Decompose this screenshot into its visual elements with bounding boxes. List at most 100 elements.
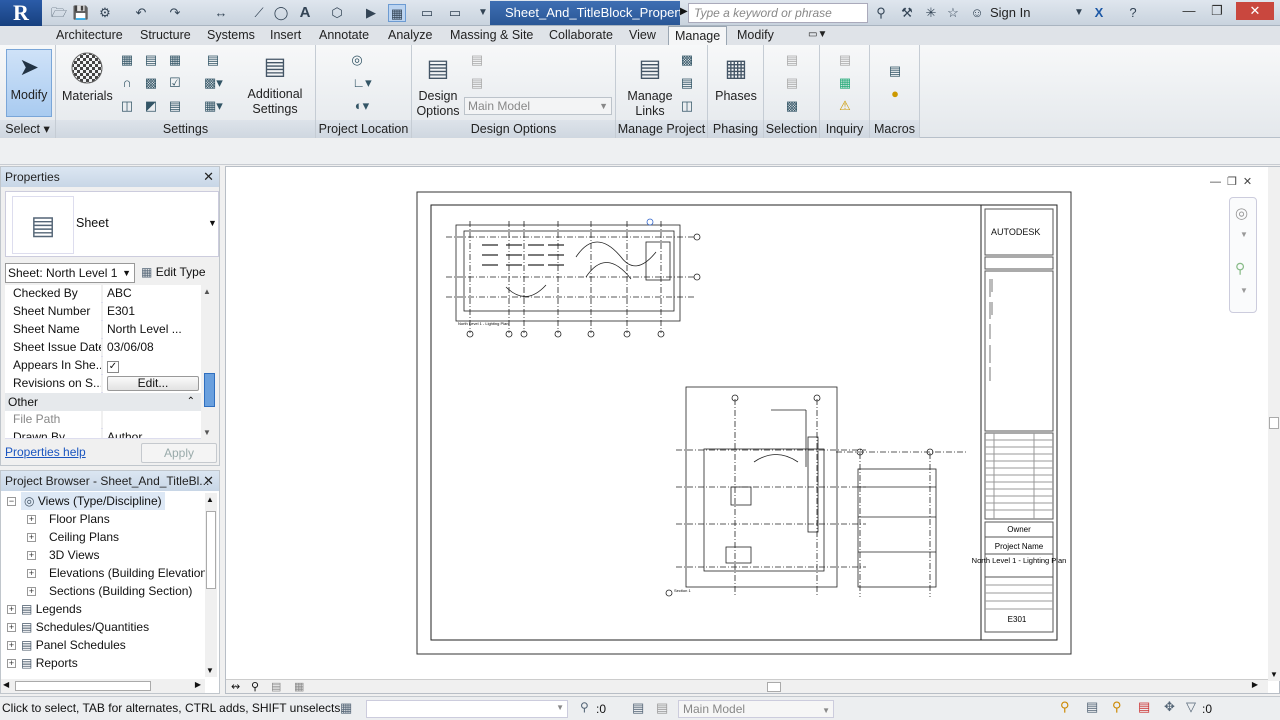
group-header-other[interactable]: Other ⌃ — [5, 393, 201, 411]
prop-value[interactable]: North Level ... — [103, 321, 201, 339]
expand-icon[interactable]: + — [7, 605, 16, 614]
tab-manage[interactable]: Manage — [668, 26, 728, 45]
properties-scrollbar[interactable]: ▲ ▼ — [203, 285, 215, 439]
editable-only-icon[interactable]: ⚲ — [580, 700, 589, 714]
undo-icon[interactable]: ↶ — [132, 4, 150, 22]
tab-structure[interactable]: Structure — [134, 26, 197, 45]
position-icon[interactable]: ◐▾ — [348, 97, 376, 115]
tree-ceiling-plans[interactable]: Ceiling Plans — [49, 528, 119, 546]
scroll-thumb[interactable] — [15, 681, 151, 691]
tree-sections[interactable]: Sections (Building Section) — [49, 582, 192, 600]
structural-settings-icon[interactable]: ▤ — [204, 51, 222, 69]
dropdown-icon[interactable]: ▼ — [1240, 286, 1248, 295]
text-icon[interactable]: A — [296, 4, 314, 22]
scroll-right-icon[interactable]: ▶ — [1252, 680, 1258, 689]
communication-icon[interactable]: ✳ — [922, 4, 940, 22]
tree-views-root[interactable]: ◎ Views (Type/Discipline) — [21, 492, 165, 510]
tree-panel-schedules[interactable]: ▤ Panel Schedules — [21, 636, 126, 654]
tab-modify[interactable]: Modify — [731, 26, 780, 45]
tree-schedules[interactable]: ▤ Schedules/Quantities — [21, 618, 149, 636]
exclude-options-icon[interactable]: ▤ — [656, 700, 668, 716]
project-information-icon[interactable]: ◫ — [118, 97, 136, 115]
drawing-canvas[interactable]: —❐✕ AUTODESK Owner Project Name North Le… — [225, 166, 1280, 694]
prop-value[interactable]: Author — [103, 429, 201, 438]
scroll-thumb[interactable] — [206, 511, 216, 589]
select-by-face-icon[interactable]: ▤ — [1138, 699, 1150, 715]
tab-view[interactable]: View — [623, 26, 662, 45]
expand-icon[interactable]: + — [27, 551, 36, 560]
canvas-vscrollbar[interactable]: ▼ — [1268, 167, 1280, 681]
appears-checkbox[interactable]: ✓ — [107, 361, 119, 373]
ribbon-minimize-icon[interactable]: ▭▼ — [802, 26, 833, 45]
ids-of-selection-icon[interactable]: ▤ — [836, 51, 854, 69]
type-dropdown-icon[interactable]: ▼ — [208, 218, 217, 228]
modify-button[interactable]: ➤ Modify — [6, 49, 52, 117]
scroll-thumb[interactable] — [204, 373, 215, 407]
crop-region-icon[interactable]: ▦ — [294, 680, 304, 693]
load-selection-icon[interactable]: ▤ — [783, 74, 801, 92]
expand-arrow-icon[interactable]: ▶ — [680, 6, 688, 17]
transfer-standards-icon[interactable]: ▦ — [166, 51, 184, 69]
worksets-icon[interactable]: ▦ — [340, 700, 352, 716]
tag-icon[interactable]: ◯ — [272, 4, 290, 22]
project-units-icon[interactable]: ▤ — [166, 97, 184, 115]
scroll-down-icon[interactable]: ▼ — [203, 428, 211, 437]
tab-massing-site[interactable]: Massing & Site — [444, 26, 539, 45]
dropdown-icon[interactable]: ▼ — [1240, 230, 1248, 239]
browser-vscrollbar[interactable]: ▲ ▼ — [205, 493, 217, 677]
scale-icon[interactable]: ↭ — [231, 680, 240, 693]
macro-manager-icon[interactable]: ▤ — [886, 62, 904, 80]
zoom-icon[interactable]: ⚲ — [1235, 260, 1245, 277]
coordinates-icon[interactable]: ∟▾ — [348, 74, 376, 92]
expand-icon[interactable]: + — [27, 533, 36, 542]
object-styles-icon[interactable]: ▦ — [118, 51, 136, 69]
purge-unused-icon[interactable]: ☑ — [166, 74, 184, 92]
filter-icon[interactable]: ▽ — [1186, 699, 1196, 715]
expand-icon[interactable]: + — [7, 659, 16, 668]
warnings-icon[interactable]: ⚠ — [836, 97, 854, 115]
thin-lines-icon[interactable]: ▦ — [388, 4, 406, 22]
panel-label-select[interactable]: Select ▾ — [0, 120, 55, 138]
save-icon[interactable]: 💾 — [72, 4, 90, 22]
tab-analyze[interactable]: Analyze — [382, 26, 438, 45]
type-selector[interactable]: ▤ Sheet ▼ — [5, 191, 219, 257]
instance-filter-select[interactable]: Sheet: North Level 1 ▼ — [5, 263, 135, 283]
sign-in-dropdown-icon[interactable]: ▼ — [1070, 4, 1088, 22]
dimension-icon[interactable]: ⟋ — [250, 4, 268, 22]
scroll-thumb[interactable] — [1269, 417, 1279, 429]
prop-value[interactable]: ABC — [103, 285, 201, 303]
search-input[interactable]: Type a keyword or phrase — [688, 3, 868, 23]
panel-schedule-templates-icon[interactable]: ▦▾ — [204, 97, 223, 115]
select-pinned-icon[interactable]: ⚲ — [1112, 699, 1122, 715]
expand-icon[interactable]: + — [7, 623, 16, 632]
help-icon[interactable]: ? — [1124, 4, 1142, 22]
switch-windows-icon[interactable]: ▭ — [446, 4, 464, 22]
decal-types-icon[interactable]: ◫ — [678, 97, 696, 115]
design-options-button[interactable]: ▤ Design Options — [416, 51, 460, 119]
expand-icon[interactable]: + — [27, 569, 36, 578]
workset-select[interactable]: ▼ — [366, 700, 568, 718]
expand-icon[interactable]: + — [7, 641, 16, 650]
browser-close-icon[interactable]: ✕ — [203, 471, 214, 491]
scroll-left-icon[interactable]: ◀ — [3, 680, 9, 689]
select-underlay-icon[interactable]: ▤ — [1086, 699, 1098, 715]
expand-icon[interactable]: + — [27, 515, 36, 524]
application-menu-button[interactable]: R — [0, 0, 42, 26]
scroll-down-icon[interactable]: ▼ — [206, 666, 214, 675]
select-links-icon[interactable]: ⚲ — [1060, 699, 1070, 715]
browser-hscrollbar[interactable]: ◀ ▶ — [1, 679, 205, 693]
tree-elevations[interactable]: Elevations (Building Elevation — [49, 564, 205, 582]
properties-close-icon[interactable]: ✕ — [203, 167, 214, 187]
collapse-icon[interactable]: ⌃ — [187, 393, 195, 411]
snaps-icon[interactable]: ∩ — [118, 74, 136, 92]
manage-images-icon[interactable]: ▩ — [678, 51, 696, 69]
additional-settings-button[interactable]: ▤ Additional Settings — [240, 49, 310, 117]
manage-links-button[interactable]: ▤ Manage Links — [624, 51, 676, 119]
steering-wheel-icon[interactable]: ◎ — [1235, 204, 1248, 222]
scroll-down-icon[interactable]: ▼ — [1270, 670, 1278, 679]
restore-icon[interactable]: ❐ — [1204, 2, 1230, 20]
pick-to-edit-icon[interactable]: ▤ — [468, 74, 486, 92]
measure-icon[interactable]: ↔ — [212, 4, 230, 22]
hscroll-thumb[interactable] — [767, 682, 781, 692]
apply-button[interactable]: Apply — [141, 443, 217, 463]
